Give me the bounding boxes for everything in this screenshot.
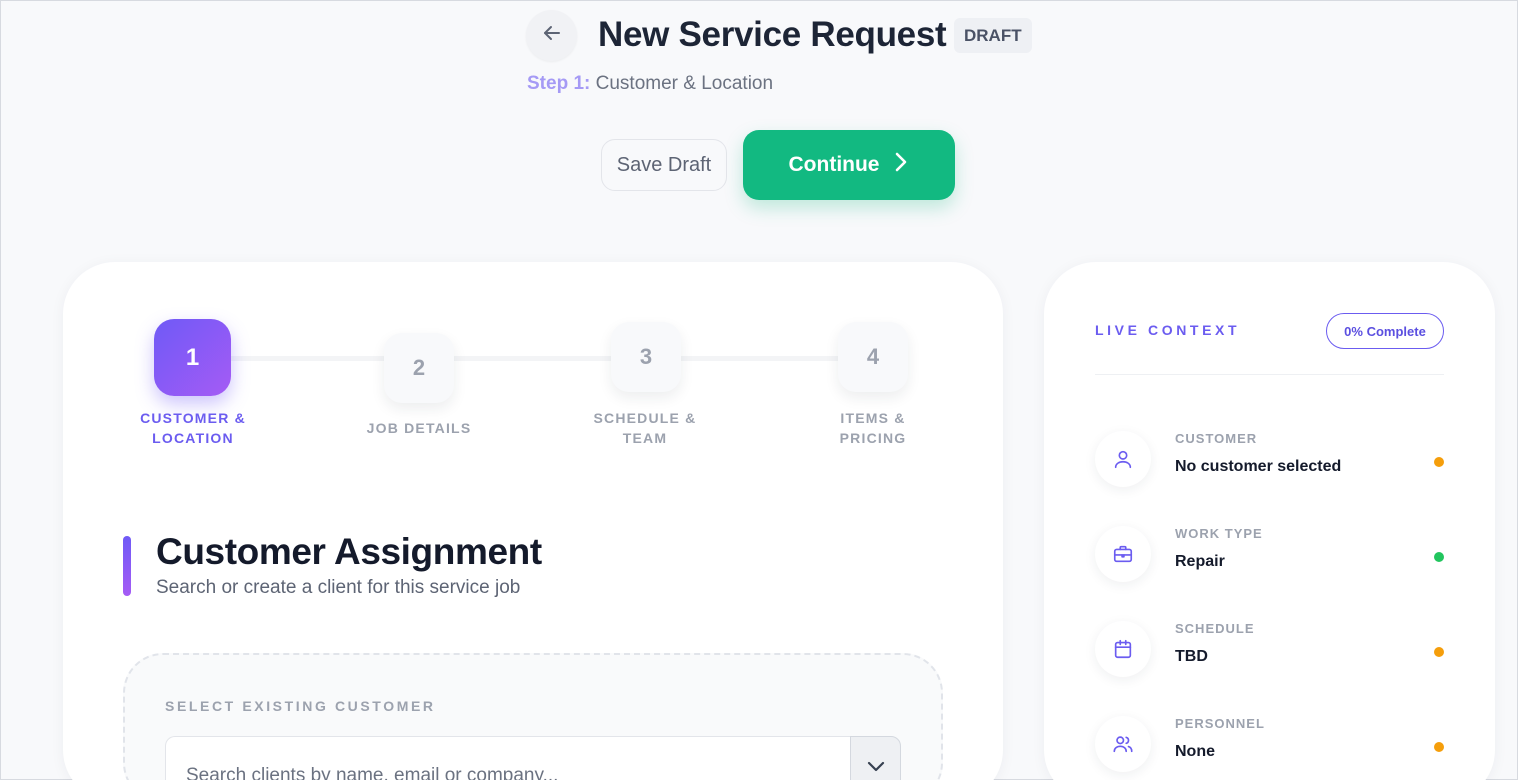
continue-button[interactable]: Continue [743,130,955,200]
context-item-value: Repair [1175,553,1225,570]
stepper-step-2[interactable]: 2 [384,333,454,403]
context-item-personnel: PERSONNEL None [1095,716,1445,776]
completion-badge: 0% Complete [1326,313,1444,349]
continue-button-label: Continue [788,153,880,176]
divider [1095,374,1444,375]
arrow-left-icon [540,21,564,50]
live-context-heading: LIVE CONTEXT [1095,322,1241,338]
stepper-step-1-label: CUSTOMER & LOCATION [140,410,246,446]
status-dot [1434,742,1444,752]
context-item-work-type: WORK TYPE Repair [1095,526,1445,586]
calendar-icon [1095,621,1151,677]
stepper-step-3-label: SCHEDULE & TEAM [593,410,697,446]
status-dot [1434,647,1444,657]
chevron-down-icon [866,759,886,778]
context-item-label: WORK TYPE [1175,526,1263,541]
customer-dropdown-button[interactable] [850,736,901,780]
save-draft-button[interactable]: Save Draft [601,139,727,191]
stepper-step-2-label: JOB DETAILS [366,420,472,436]
page-title: New Service Request [598,15,947,54]
context-item-customer: CUSTOMER No customer selected [1095,431,1445,491]
context-item-value: TBD [1175,648,1208,665]
context-item-label: SCHEDULE [1175,621,1255,636]
user-icon [1095,431,1151,487]
step-name-label: Customer & Location [595,73,774,94]
section-title: Customer Assignment [156,531,542,572]
context-item-label: PERSONNEL [1175,716,1265,731]
stepper-step-4-label: ITEMS & PRICING [839,410,907,446]
context-item-schedule: SCHEDULE TBD [1095,621,1445,681]
step-number-label: Step 1: [527,73,591,94]
briefcase-icon [1095,526,1151,582]
customer-select-label: SELECT EXISTING CUSTOMER [165,698,436,714]
users-icon [1095,716,1151,772]
back-button[interactable] [526,10,577,61]
chevron-right-icon [891,151,909,179]
context-item-label: CUSTOMER [1175,431,1258,446]
section-subtitle: Search or create a client for this servi… [156,577,521,598]
stepper-step-4[interactable]: 4 [838,322,908,392]
stepper-step-1[interactable]: 1 [154,319,231,396]
step-subtitle: Step 1: Customer & Location [527,73,773,95]
stepper-step-3[interactable]: 3 [611,322,681,392]
context-item-value: No customer selected [1175,458,1342,475]
status-badge: DRAFT [954,18,1032,53]
status-dot [1434,457,1444,467]
customer-search-input[interactable] [165,736,851,780]
context-item-value: None [1175,743,1215,760]
stepper-track [229,356,849,361]
status-dot [1434,552,1444,562]
section-accent-bar [123,536,131,596]
